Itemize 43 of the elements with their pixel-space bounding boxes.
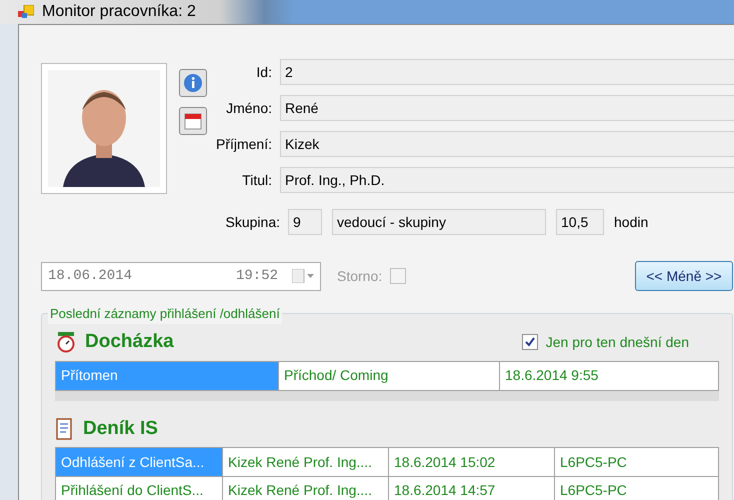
text-field[interactable]: 2 — [280, 59, 734, 85]
storno-label: Storno: — [337, 266, 382, 286]
date-time-picker[interactable]: 18.06.2014 19:52 — [41, 262, 321, 290]
field-label: Příjmení: — [214, 134, 273, 154]
less-button[interactable]: << Méně >> — [635, 261, 733, 291]
app-icon — [18, 5, 34, 19]
table-cell: Odhlášení z ClientSa... — [56, 448, 222, 476]
text-field[interactable]: Prof. Ing., Ph.D. — [280, 167, 734, 193]
text-field[interactable]: vedoucí - skupiny — [332, 209, 546, 235]
field-label: Skupina: — [224, 212, 280, 232]
text-field[interactable]: René — [280, 95, 734, 121]
unit-label: hodin — [614, 212, 648, 232]
section-title: Deník IS — [83, 416, 158, 440]
calendar-button[interactable] — [179, 107, 207, 135]
table-cell: L6PC5-PC — [554, 448, 718, 476]
info-button[interactable] — [179, 69, 207, 97]
date-text: 18.06.2014 — [48, 266, 132, 286]
table-cell: 18.6.2014 14:57 — [388, 477, 554, 500]
check-icon — [524, 336, 536, 348]
stopwatch-icon — [55, 331, 77, 354]
table-cell: Příchod/ Coming — [278, 362, 499, 390]
table-cell: 18.6.2014 9:55 — [499, 362, 718, 390]
window-title: Monitor pracovníka: 2 — [42, 2, 196, 22]
field-label: Titul: — [241, 170, 273, 190]
field-label: Id: — [255, 62, 273, 82]
table-cell: Přítomen — [56, 362, 278, 390]
text-field[interactable]: Kizek — [280, 131, 734, 157]
field-label: Jméno: — [225, 98, 273, 118]
table-cell-text: Přihlášení do ClientS... — [60, 481, 204, 500]
table-cell: L6PC5-PC — [554, 477, 718, 500]
notebook-icon — [55, 418, 73, 440]
section-title: Docházka — [85, 330, 174, 354]
dropdown-icon — [292, 269, 316, 283]
table-cell: Kizek René Prof. Ing.... — [222, 477, 388, 500]
info-icon — [183, 73, 203, 93]
text-field[interactable]: 9 — [288, 209, 322, 235]
text-field[interactable]: 10,5 — [556, 209, 604, 235]
table-cell: Kizek René Prof. Ing.... — [222, 448, 388, 476]
table-cell: 18.6.2014 15:02 — [388, 448, 554, 476]
checkbox[interactable] — [522, 334, 538, 350]
checkbox-label: Jen pro ten dnešní den — [546, 332, 689, 352]
time-text: 19:52 — [236, 266, 278, 286]
calendar-icon — [183, 111, 203, 131]
